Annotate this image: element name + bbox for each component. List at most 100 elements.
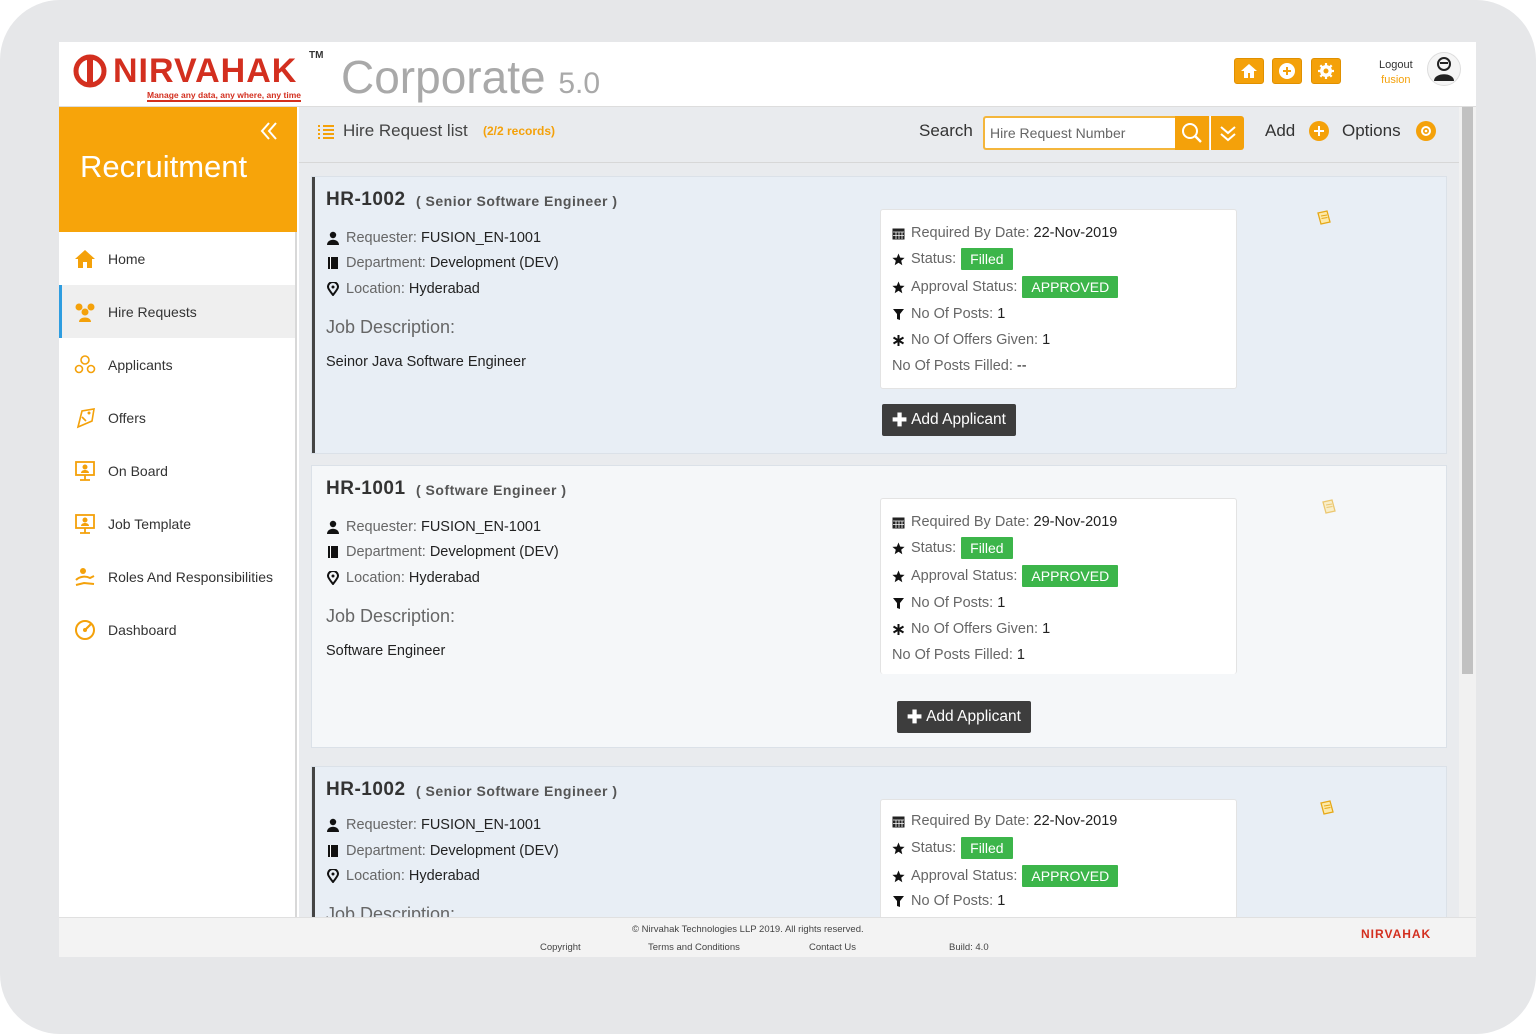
no-of-posts-label: No Of Posts:: [911, 306, 994, 322]
search-input[interactable]: [983, 116, 1175, 150]
advanced-search-button[interactable]: [1210, 116, 1244, 150]
sidebar-item-offers[interactable]: Offers: [59, 391, 295, 444]
sidebar-item-home[interactable]: Home: [59, 232, 295, 285]
vertical-scrollbar[interactable]: ▼: [1459, 107, 1476, 955]
required-by-value: 22-Nov-2019: [1033, 225, 1118, 241]
required-by-row: Required By Date: 22-Nov-2019: [892, 225, 1117, 241]
job-description-title: Job Description:: [326, 904, 456, 917]
add-button[interactable]: Add: [1265, 121, 1295, 141]
home-icon: [73, 247, 97, 271]
hire-request-card[interactable]: HR-1001 ( Software Engineer ) Requester:…: [311, 465, 1447, 748]
footer-link-terms[interactable]: Terms and Conditions: [648, 942, 740, 953]
logout-link[interactable]: Logout fusion: [1379, 58, 1413, 88]
settings-button[interactable]: [1311, 58, 1341, 84]
filter-icon: [893, 597, 904, 609]
sidebar-item-hire-requests[interactable]: Hire Requests: [59, 285, 295, 338]
product-name: Corporate: [341, 51, 546, 103]
card-accent-bar: [312, 767, 315, 917]
approval-status-label: Approval Status:: [911, 868, 1018, 884]
job-description-text: Seinor Java Software Engineer: [326, 354, 526, 370]
hire-request-id[interactable]: HR-1002: [326, 779, 406, 801]
requester-value: FUSION_EN-1001: [420, 817, 542, 833]
hire-request-id[interactable]: HR-1002: [326, 189, 406, 211]
applicants-icon: [73, 353, 97, 377]
posts-filled-value: 1: [1016, 647, 1025, 663]
home-button[interactable]: [1234, 58, 1264, 84]
no-of-posts-value: 1: [997, 306, 1006, 322]
footer-link-contact[interactable]: Contact Us: [809, 942, 856, 953]
posts-filled-label: No Of Posts Filled:: [892, 358, 1013, 374]
status-label: Status:: [911, 840, 957, 856]
add-applicant-button[interactable]: ✚ Add Applicant: [897, 701, 1031, 733]
approval-status-label: Approval Status:: [911, 568, 1018, 584]
footer-build: Build: 4.0: [949, 942, 989, 953]
job-template-icon: [73, 512, 97, 536]
map-pin-icon: [326, 282, 340, 296]
product-title: Corporate 5.0: [341, 50, 600, 104]
brand-name: NIRVAHAK: [113, 52, 298, 90]
sidebar-item-dashboard[interactable]: Dashboard: [59, 603, 295, 656]
posts-filled-row: No Of Posts Filled: --: [892, 358, 1027, 374]
logout-label: Logout: [1379, 59, 1413, 71]
no-of-posts-label: No Of Posts:: [911, 893, 994, 909]
edit-icon[interactable]: [1315, 209, 1333, 227]
requester-label: Requester:: [346, 817, 417, 833]
hire-request-role: ( Software Engineer ): [416, 482, 567, 498]
collapse-icon[interactable]: [257, 119, 281, 143]
sidebar-item-label: Dashboard: [108, 621, 177, 638]
sidebar-item-label: Offers: [108, 409, 146, 426]
location-row: Location: Hyderabad: [326, 570, 480, 586]
gear-icon[interactable]: [1416, 121, 1436, 141]
department-value: Development (DEV): [429, 544, 559, 560]
sidebar-item-job-template[interactable]: Job Template: [59, 497, 295, 550]
required-by-label: Required By Date:: [911, 813, 1030, 829]
required-by-value: 22-Nov-2019: [1033, 813, 1118, 829]
hire-request-id[interactable]: HR-1001: [326, 478, 406, 500]
dashboard-icon: [73, 618, 97, 642]
gear-icon: [1318, 63, 1334, 79]
status-badge: Filled: [961, 248, 1013, 270]
footer-link-copyright[interactable]: Copyright: [540, 942, 581, 953]
avatar[interactable]: [1427, 52, 1461, 86]
requester-value: FUSION_EN-1001: [420, 230, 542, 246]
hire-request-card[interactable]: HR-1002 ( Senior Software Engineer ) Req…: [311, 176, 1447, 454]
sidebar-item-applicants[interactable]: Applicants: [59, 338, 295, 391]
sidebar: Recruitment Home Hire Requests Applicant…: [59, 107, 297, 917]
location-value: Hyderabad: [408, 281, 480, 297]
add-applicant-button[interactable]: ✚ Add Applicant: [882, 404, 1016, 436]
brand-logo[interactable]: NIRVAHAK TM Manage any data, any where, …: [73, 48, 328, 102]
no-of-posts-row: No Of Posts: 1: [892, 893, 1005, 909]
calendar-icon: [892, 816, 905, 827]
trademark: TM: [309, 50, 324, 61]
sidebar-item-roles[interactable]: Roles And Responsibilities: [59, 550, 295, 603]
offers-icon: [73, 406, 97, 430]
job-description-text: Software Engineer: [326, 643, 446, 659]
star-icon: [892, 570, 905, 582]
plus-circle-icon[interactable]: [1309, 121, 1329, 141]
star-icon: [892, 870, 905, 882]
department-value: Development (DEV): [429, 843, 559, 859]
location-value: Hyderabad: [408, 868, 480, 884]
approval-status-badge: APPROVED: [1022, 276, 1119, 298]
scrollbar-thumb[interactable]: [1462, 107, 1473, 674]
calendar-icon: [892, 228, 905, 239]
book-icon: [328, 257, 338, 269]
calendar-icon: [892, 517, 905, 528]
search-button[interactable]: [1175, 116, 1209, 150]
department-label: Department:: [346, 255, 426, 271]
app-window: NIRVAHAK TM Manage any data, any where, …: [59, 42, 1476, 957]
hire-request-card[interactable]: HR-1002 ( Senior Software Engineer ) Req…: [311, 766, 1447, 917]
edit-icon[interactable]: [1320, 498, 1338, 516]
list-icon: [318, 125, 334, 139]
status-row: Status: Filled: [892, 837, 1013, 859]
posts-filled-label: No Of Posts Filled:: [892, 647, 1013, 663]
location-row: Location: Hyderabad: [326, 868, 480, 884]
edit-icon[interactable]: [1318, 799, 1336, 817]
department-row: Department: Development (DEV): [326, 255, 559, 271]
posts-filled-row: No Of Posts Filled: 1: [892, 647, 1025, 663]
sidebar-item-on-board[interactable]: On Board: [59, 444, 295, 497]
approval-status-row: Approval Status: APPROVED: [892, 865, 1119, 887]
options-button[interactable]: Options: [1342, 121, 1401, 141]
requester-value: FUSION_EN-1001: [420, 519, 542, 535]
add-header-button[interactable]: [1272, 58, 1302, 84]
